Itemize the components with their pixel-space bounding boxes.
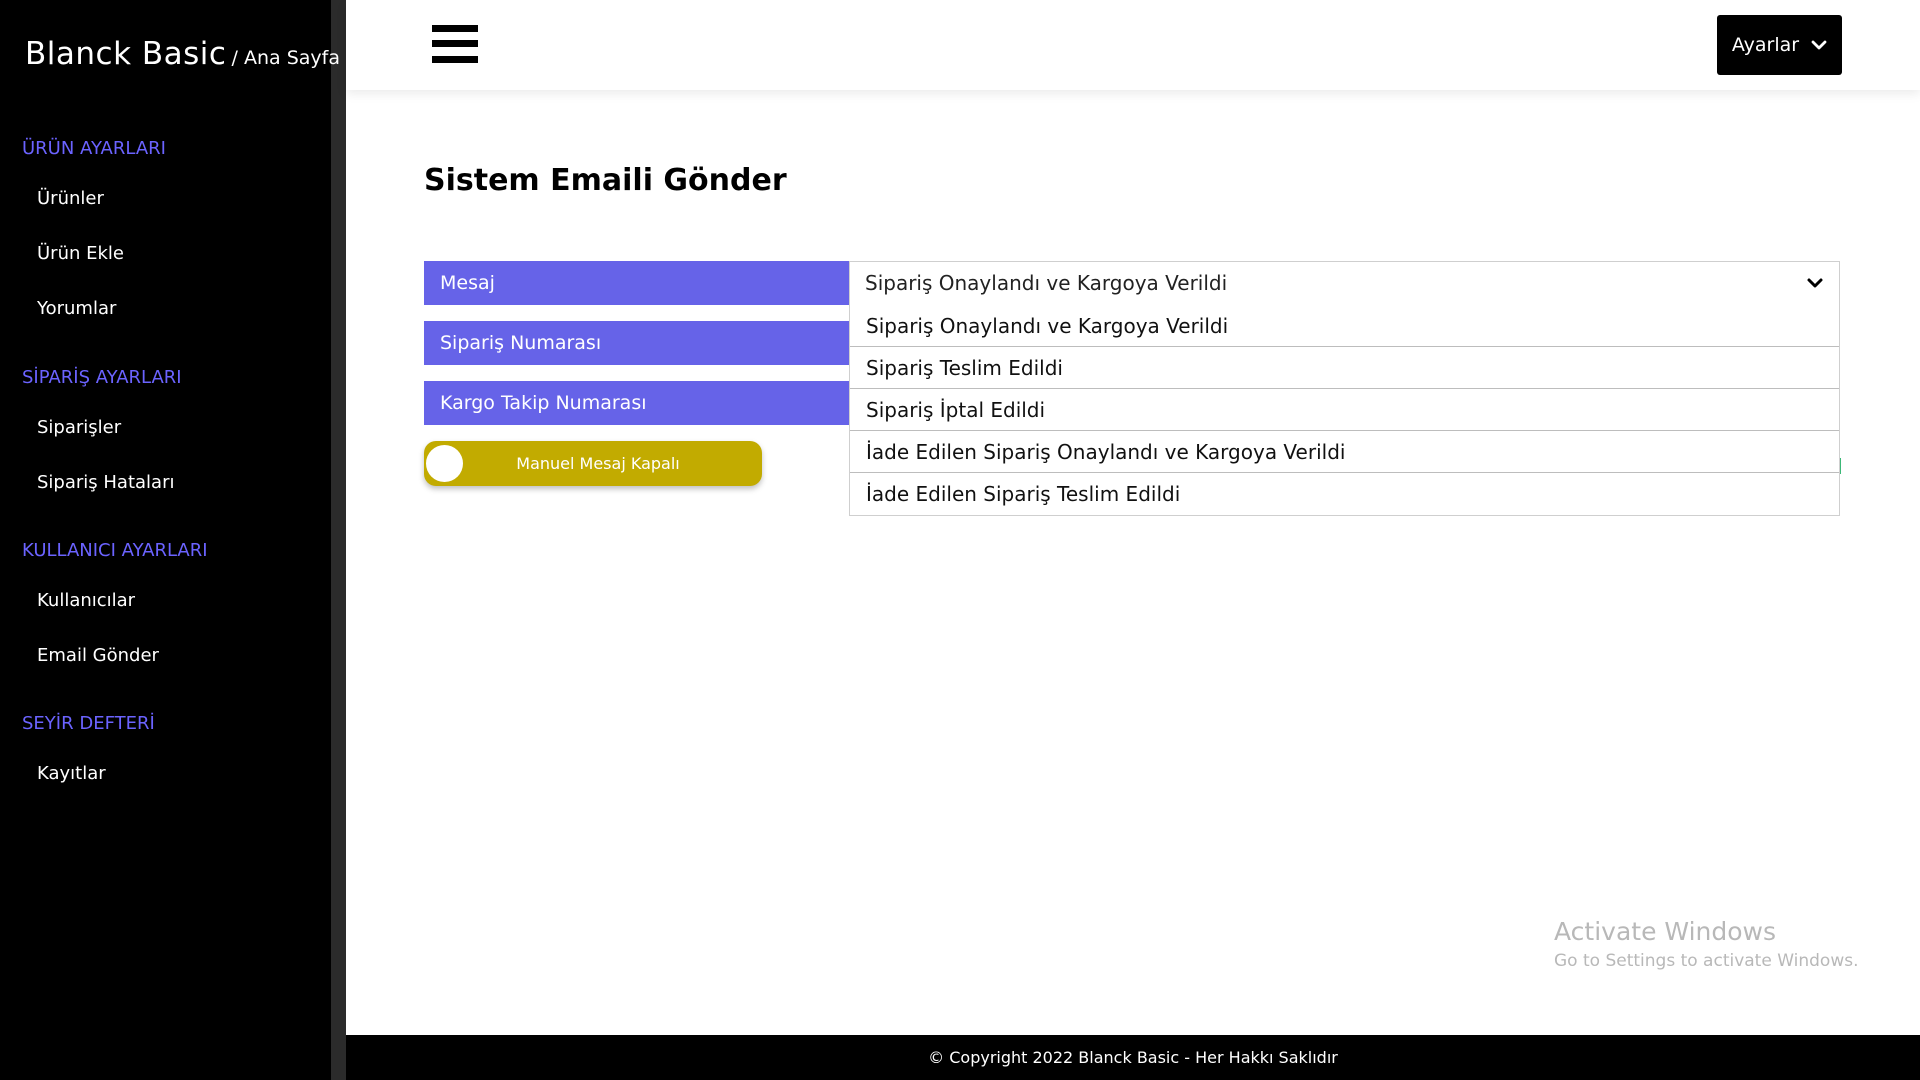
section-title-product-settings: ÜRÜN AYARLARI	[22, 138, 166, 159]
section-title-order-settings: SİPARİŞ AYARLARI	[22, 367, 182, 388]
activation-watermark-title: Activate Windows	[1554, 917, 1776, 946]
breadcrumb: / Ana Sayfa	[231, 47, 340, 69]
menu-icon[interactable]	[432, 25, 478, 63]
manual-message-toggle[interactable]: Manuel Mesaj Kapalı	[424, 441, 762, 486]
sidebar-item-order-errors[interactable]: Sipariş Hataları	[37, 472, 174, 493]
option-return-approved-shipped[interactable]: İade Edilen Sipariş Onaylandı ve Kargoya…	[850, 431, 1839, 473]
sidebar-item-users[interactable]: Kullanıcılar	[37, 590, 135, 611]
option-order-cancelled[interactable]: Sipariş İptal Edildi	[850, 389, 1839, 431]
option-return-delivered[interactable]: İade Edilen Sipariş Teslim Edildi	[850, 473, 1839, 515]
sidebar-item-send-email[interactable]: Email Gönder	[37, 645, 159, 666]
sidebar-item-comments[interactable]: Yorumlar	[37, 298, 116, 319]
copyright-text: © Copyright 2022 Blanck Basic - Her Hakk…	[928, 1048, 1338, 1067]
brand[interactable]: Blanck Basic / Ana Sayfa	[25, 36, 340, 72]
option-order-delivered[interactable]: Sipariş Teslim Edildi	[850, 347, 1839, 389]
chevron-down-icon	[1811, 40, 1827, 50]
message-options-list: Sipariş Onaylandı ve Kargoya Verildi Sip…	[849, 305, 1840, 516]
option-order-approved-shipped[interactable]: Sipariş Onaylandı ve Kargoya Verildi	[850, 305, 1839, 347]
settings-label: Ayarlar	[1731, 34, 1800, 56]
message-label: Mesaj	[424, 261, 849, 305]
footer: © Copyright 2022 Blanck Basic - Her Hakk…	[346, 1035, 1920, 1080]
sidebar-item-add-product[interactable]: Ürün Ekle	[37, 243, 124, 264]
settings-dropdown-button[interactable]: Ayarlar	[1717, 15, 1842, 75]
toggle-label: Manuel Mesaj Kapalı	[516, 454, 680, 473]
order-number-label: Sipariş Numarası	[424, 321, 849, 365]
section-title-logbook: SEYİR DEFTERİ	[22, 713, 155, 734]
section-title-user-settings: KULLANICI AYARLARI	[22, 540, 208, 561]
tracking-number-label: Kargo Takip Numarası	[424, 381, 849, 425]
sidebar-item-logs[interactable]: Kayıtlar	[37, 763, 106, 784]
top-header: Ayarlar	[346, 0, 1920, 90]
message-select-value: Sipariş Onaylandı ve Kargoya Verildi	[865, 271, 1228, 295]
sidebar-item-orders[interactable]: Siparişler	[37, 417, 121, 438]
brand-name: Blanck Basic	[25, 36, 227, 72]
page-title: Sistem Emaili Gönder	[424, 163, 787, 198]
message-select[interactable]: Sipariş Onaylandı ve Kargoya Verildi	[849, 261, 1840, 306]
sidebar-item-products[interactable]: Ürünler	[37, 188, 104, 209]
sidebar: Blanck Basic / Ana Sayfa ÜRÜN AYARLARI Ü…	[0, 0, 346, 1080]
chevron-down-icon	[1807, 278, 1823, 288]
activation-watermark-subtitle: Go to Settings to activate Windows.	[1554, 951, 1859, 971]
